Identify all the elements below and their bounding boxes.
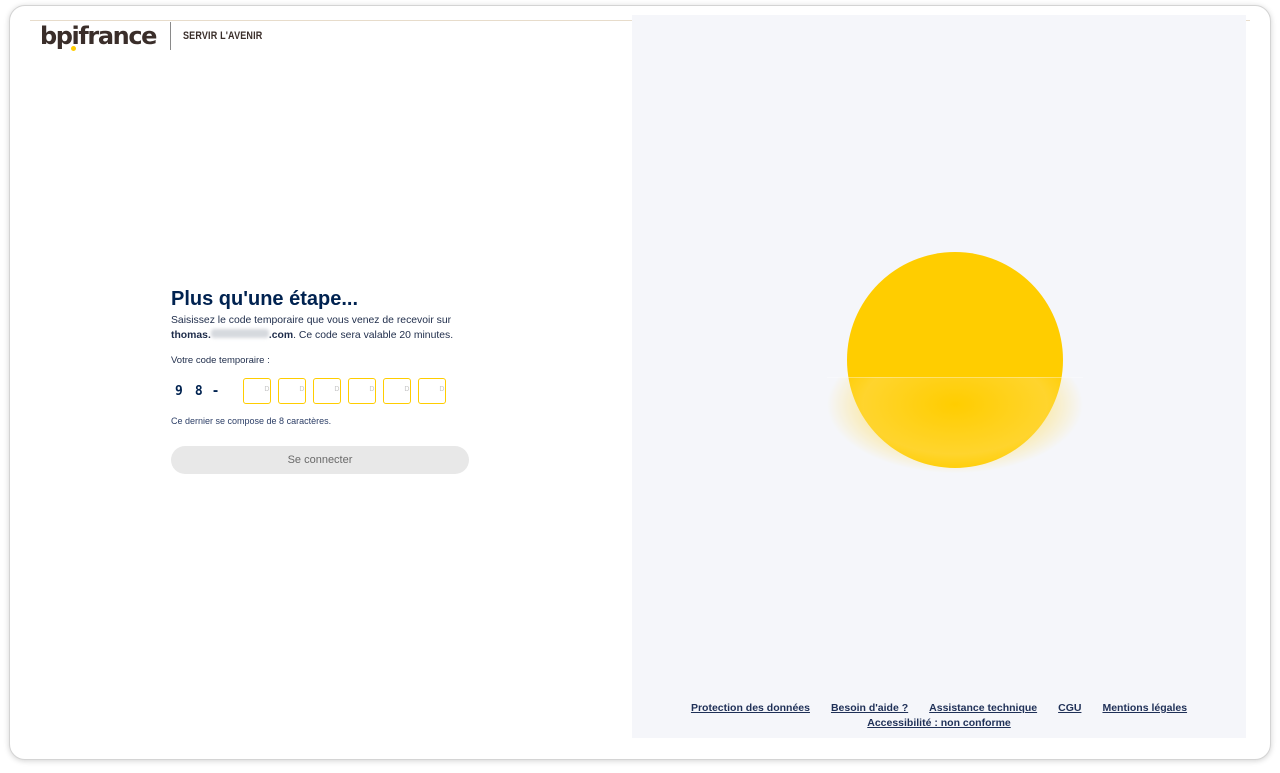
- link-technical-support[interactable]: Assistance technique: [929, 702, 1037, 714]
- code-digit-input-3[interactable]: D: [313, 378, 342, 405]
- code-prefix-digit-2: 8: [194, 383, 203, 399]
- otp-form: Plus qu'une étape... Saisissez le code t…: [171, 287, 471, 475]
- login-button[interactable]: Se connecter: [171, 446, 469, 475]
- email-end: .com: [268, 329, 294, 341]
- brand-logo[interactable]: bpifrance SERVIR L'AVENIR: [40, 18, 280, 54]
- email-start: thomas.: [171, 329, 211, 341]
- link-help[interactable]: Besoin d'aide ?: [831, 702, 908, 714]
- code-digit-input-5[interactable]: D: [383, 378, 412, 405]
- instruction-text: Saisissez le code temporaire que vous ve…: [171, 314, 471, 343]
- logo-separator: [170, 22, 172, 50]
- logo-tagline: SERVIR L'AVENIR: [183, 30, 263, 42]
- page-title: Plus qu'une étape...: [171, 288, 359, 310]
- link-accessibility[interactable]: Accessibilité : non conforme: [867, 717, 1011, 729]
- code-placeholder: D: [404, 386, 410, 394]
- instruction-validity: . Ce code sera valable 20 minutes.: [293, 329, 454, 341]
- email-redacted: [210, 329, 269, 339]
- link-legal-notice[interactable]: Mentions légales: [1102, 702, 1187, 714]
- sun-reflection: [827, 377, 1083, 502]
- code-placeholder: D: [439, 386, 445, 394]
- code-placeholder: D: [369, 386, 375, 394]
- code-placeholder: D: [299, 386, 305, 394]
- code-digit-input-6[interactable]: D: [418, 378, 447, 405]
- code-separator: -: [211, 383, 220, 399]
- code-prefix-digit-1: 9: [175, 383, 183, 399]
- footer-links: Protection des données Besoin d'aide ? A…: [632, 702, 1246, 729]
- logo-wordmark: bpifrance: [40, 22, 157, 50]
- code-digit-input-2[interactable]: D: [278, 378, 307, 405]
- email-address: thomas. .com: [171, 329, 294, 341]
- code-hint: Ce dernier se compose de 8 caractères.: [171, 416, 332, 427]
- code-placeholder: D: [264, 386, 270, 394]
- instruction-lead: Saisissez le code temporaire que vous ve…: [171, 315, 452, 326]
- link-data-protection[interactable]: Protection des données: [691, 702, 810, 714]
- code-digit-input-4[interactable]: D: [348, 378, 377, 405]
- code-label: Votre code temporaire :: [171, 355, 270, 367]
- code-digit-input-1[interactable]: D: [243, 378, 272, 405]
- code-input-row: 9 8 - D D D D D D: [171, 378, 471, 405]
- horizon-line: [827, 377, 1083, 378]
- logo-dot-icon: [71, 46, 76, 51]
- code-placeholder: D: [334, 386, 340, 394]
- link-cgu[interactable]: CGU: [1058, 702, 1081, 714]
